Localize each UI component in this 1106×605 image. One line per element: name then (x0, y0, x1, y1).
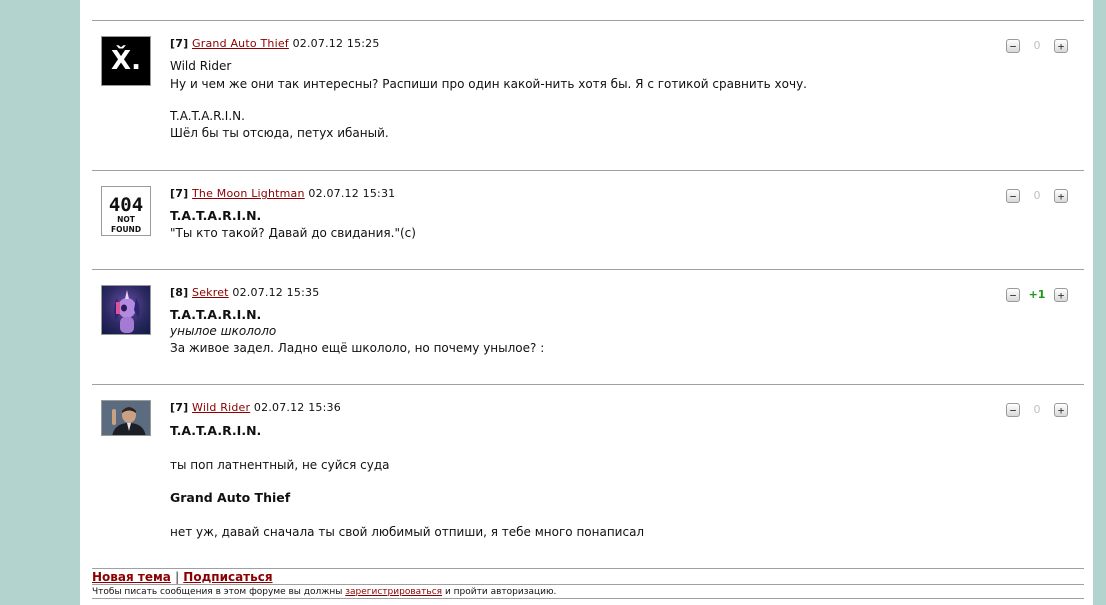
vote-up-button[interactable]: + (1054, 403, 1068, 417)
post-text: Ну и чем же они так интересны? Распиши п… (170, 77, 807, 91)
note-text: и пройти авторизацию. (444, 587, 557, 597)
quote-author: T.A.T.A.R.I.N. (170, 109, 245, 123)
post-meta: [7] Wild Rider 02.07.12 15:36 (170, 401, 341, 414)
post-text: За живое задел. Ладно ещё школоло, но по… (170, 341, 545, 355)
footer-divider (92, 584, 1084, 585)
post-divider (92, 170, 1084, 171)
pony-avatar-icon (114, 290, 140, 333)
vote-up-button[interactable]: + (1054, 189, 1068, 203)
vote-widget: − 0 + (1004, 189, 1072, 205)
avatar-404-text: 404 (108, 194, 144, 216)
vote-up-button[interactable]: + (1054, 288, 1068, 302)
post-meta: [8] Sekret 02.07.12 15:35 (170, 286, 319, 299)
author-link[interactable]: The Moon Lightman (192, 187, 305, 200)
avatar-logo: X̌. (111, 46, 141, 76)
post-divider (92, 384, 1084, 385)
vote-score: 0 (1033, 189, 1041, 202)
subscribe-link[interactable]: Подписаться (183, 570, 272, 584)
vote-score: +1 (1028, 288, 1046, 301)
registration-note: Чтобы писать сообщения в этом форуме вы … (92, 587, 556, 597)
vote-widget: − 0 + (1004, 39, 1072, 55)
post-divider (92, 20, 1084, 21)
forum-page: X̌. [7] Grand Auto Thief 02.07.12 15:25 … (80, 0, 1093, 605)
vote-up-button[interactable]: + (1054, 39, 1068, 53)
user-rank: [7] (170, 187, 189, 200)
quote-author: T.A.T.A.R.I.N. (170, 208, 262, 223)
avatar[interactable] (101, 285, 151, 335)
avatar-not-found-text: NOT FOUND (110, 215, 142, 234)
person-avatar-icon (102, 401, 150, 435)
footer-divider (92, 568, 1084, 569)
user-rank: [7] (170, 401, 189, 414)
footer-divider (92, 598, 1084, 599)
post-date: 02.07.12 15:25 (292, 37, 380, 50)
post-text: нет уж, давай сначала ты свой любимый от… (170, 525, 645, 539)
post-date: 02.07.12 15:35 (232, 286, 320, 299)
user-rank: [8] (170, 286, 189, 299)
note-text: Чтобы писать сообщения в этом форуме вы … (92, 587, 343, 597)
user-rank: [7] (170, 37, 189, 50)
footer-links: Новая тема | Подписаться (92, 570, 273, 584)
quote-author: Grand Auto Thief (170, 490, 291, 505)
quote-author: T.A.T.A.R.I.N. (170, 423, 262, 438)
author-link[interactable]: Grand Auto Thief (192, 37, 289, 50)
post-date: 02.07.12 15:36 (253, 401, 341, 414)
vote-down-button[interactable]: − (1006, 288, 1020, 302)
avatar[interactable]: 404 NOT FOUND (101, 186, 151, 236)
vote-down-button[interactable]: − (1006, 403, 1020, 417)
avatar[interactable]: X̌. (101, 36, 151, 86)
post-text: "Ты кто такой? Давай до свидания."(c) (170, 226, 416, 240)
post-text: Шёл бы ты отсюда, петух ибаный. (170, 126, 389, 140)
vote-score: 0 (1033, 39, 1041, 52)
vote-widget: − +1 + (1004, 288, 1072, 304)
vote-score: 0 (1033, 403, 1041, 416)
quote-author: T.A.T.A.R.I.N. (170, 307, 262, 322)
author-link[interactable]: Sekret (192, 286, 229, 299)
quote-author: Wild Rider (170, 59, 232, 73)
new-topic-link[interactable]: Новая тема (92, 570, 171, 584)
separator: | (175, 570, 180, 584)
author-link[interactable]: Wild Rider (192, 401, 250, 414)
vote-widget: − 0 + (1004, 403, 1072, 419)
register-link[interactable]: зарегистрироваться (345, 587, 442, 597)
quoted-text: унылое школоло (170, 324, 277, 338)
post-meta: [7] The Moon Lightman 02.07.12 15:31 (170, 187, 395, 200)
avatar[interactable] (101, 400, 151, 436)
post-meta: [7] Grand Auto Thief 02.07.12 15:25 (170, 37, 380, 50)
vote-down-button[interactable]: − (1006, 189, 1020, 203)
post-divider (92, 269, 1084, 270)
post-date: 02.07.12 15:31 (308, 187, 396, 200)
post-text: ты поп латнентный, не суйся суда (170, 458, 390, 472)
vote-down-button[interactable]: − (1006, 39, 1020, 53)
